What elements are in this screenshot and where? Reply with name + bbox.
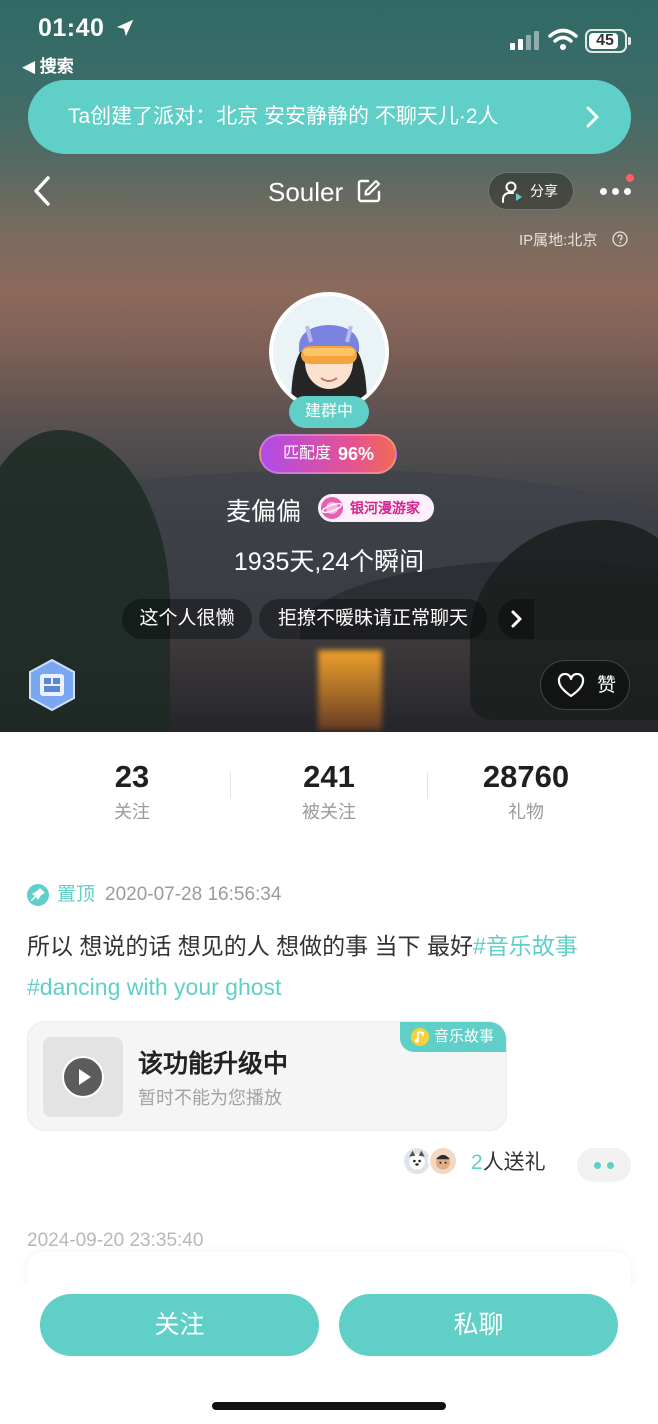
match-value: 96% — [338, 444, 375, 464]
back-to-search-link[interactable]: ◀ 搜索 — [22, 52, 74, 77]
galaxy-badge[interactable]: 银河漫游家 — [318, 494, 434, 522]
chevron-right-icon — [511, 610, 522, 628]
pin-icon — [27, 884, 49, 906]
like-label: 赞 — [597, 675, 617, 696]
like-button[interactable]: 赞 — [540, 660, 630, 710]
share-button[interactable]: 分享 — [488, 172, 574, 210]
music-story-tag: 音乐故事 — [399, 1022, 506, 1052]
post-timestamp: 2020-07-28 16:56:34 — [105, 884, 282, 905]
party-banner[interactable]: Ta创建了派对：北京 安安静静的 不聊天儿·2人 — [28, 80, 631, 154]
hashtag-link[interactable]: #dancing with your ghost — [27, 974, 281, 1000]
notification-dot — [626, 174, 634, 182]
help-icon[interactable] — [612, 231, 628, 247]
location-arrow-icon — [116, 19, 134, 37]
chevron-right-icon — [586, 106, 599, 128]
heart-icon — [557, 673, 585, 698]
music-thumbnail — [43, 1037, 123, 1117]
party-banner-text: Ta创建了派对：北京 安安静静的 不聊天儿·2人 — [68, 105, 499, 128]
user-share-icon — [502, 181, 522, 203]
share-label: 分享 — [530, 183, 558, 199]
following-count[interactable]: 23 关注 — [34, 758, 230, 824]
music-story-card[interactable]: 该功能升级中 暂时不能为您播放 音乐故事 — [27, 1021, 507, 1131]
avatar[interactable] — [269, 292, 389, 412]
music-note-icon — [410, 1028, 429, 1046]
followers-count[interactable]: 241 被关注 — [231, 758, 427, 824]
more-options-button[interactable] — [596, 174, 636, 204]
match-label: 匹配度 — [283, 445, 332, 462]
profile-tag[interactable]: 拒撩不暖昧请正常聊天 — [259, 599, 487, 639]
hashtag-link[interactable]: #音乐故事 — [473, 933, 578, 959]
tags-more-button[interactable] — [498, 599, 534, 639]
planet-icon — [321, 497, 343, 519]
avatar-illustration — [273, 296, 385, 408]
ip-location: IP属地:北京 — [519, 232, 598, 249]
home-indicator[interactable] — [212, 1402, 446, 1410]
profile-tag[interactable]: 这个人很懒 — [122, 599, 252, 639]
gifts-count[interactable]: 28760 礼物 — [428, 758, 624, 824]
gift-summary[interactable]: 2人送礼 — [471, 1148, 546, 1178]
music-title: 该功能升级中 — [138, 1050, 289, 1078]
edit-icon[interactable] — [356, 178, 382, 204]
battery-indicator: 45 — [585, 29, 631, 53]
music-subtitle: 暂时不能为您播放 — [138, 1088, 282, 1108]
cellular-signal-icon — [510, 31, 539, 50]
pinned-label: 置顶 — [57, 884, 96, 905]
nickname: 麦偏偏 — [226, 498, 302, 526]
gift-giver-avatar[interactable] — [428, 1146, 458, 1176]
match-score-badge: 匹配度 96% — [259, 434, 397, 474]
back-arrow-icon[interactable] — [28, 174, 58, 208]
days-and-moments: 1935天,24个瞬间 — [233, 548, 425, 576]
follow-button[interactable]: 关注 — [40, 1294, 319, 1356]
post-text[interactable]: 所以 想说的话 想见的人 想做的事 当下 最好#音乐故事 #dancing wi… — [27, 926, 627, 1008]
group-status-tag: 建群中 — [289, 396, 369, 428]
private-chat-button[interactable]: 私聊 — [339, 1294, 618, 1356]
soul-ghost-icon[interactable] — [26, 658, 78, 712]
wifi-icon — [548, 28, 578, 50]
post-timestamp: 2024-09-20 23:35:40 — [27, 1230, 204, 1251]
status-time: 01:40 — [38, 14, 105, 42]
post-more-button[interactable] — [577, 1148, 631, 1182]
play-icon — [62, 1056, 104, 1098]
badge-label: 银河漫游家 — [350, 500, 420, 516]
page-title: Souler — [268, 177, 344, 207]
